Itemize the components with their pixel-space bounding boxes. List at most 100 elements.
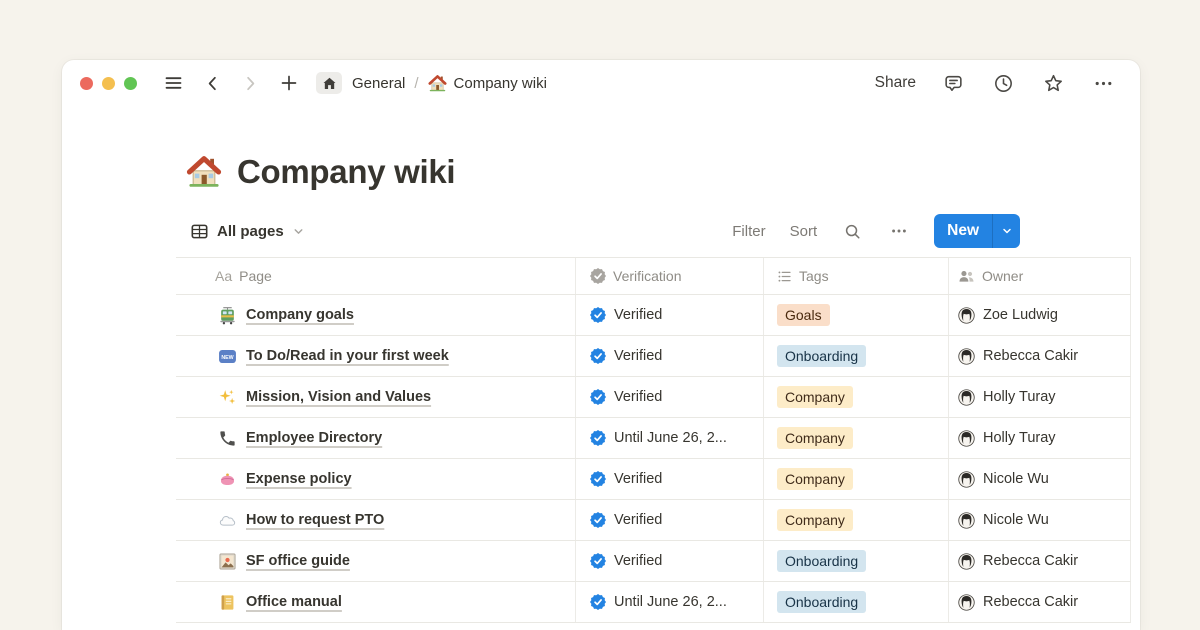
home-breadcrumb-chip[interactable] — [316, 72, 342, 94]
column-header-owner[interactable]: Owner — [949, 258, 1131, 294]
owner-avatar — [958, 307, 975, 324]
page-title-link[interactable]: Office manual — [246, 594, 342, 610]
breadcrumb-page[interactable]: Company wiki — [428, 74, 547, 93]
page-title-link[interactable]: Mission, Vision and Values — [246, 389, 431, 405]
zoom-window-button[interactable] — [124, 77, 137, 90]
home-icon — [322, 76, 337, 91]
table-row[interactable]: Employee Directory Until June 26, 2... C… — [176, 418, 1131, 459]
updates-button[interactable] — [991, 71, 1016, 96]
verification-cell[interactable]: Verified — [576, 541, 764, 581]
verification-cell[interactable]: Until June 26, 2... — [576, 582, 764, 622]
tags-cell[interactable]: Company — [764, 377, 949, 417]
forward-button[interactable] — [239, 72, 262, 95]
owner-cell[interactable]: Rebecca Cakir — [949, 541, 1131, 581]
back-button[interactable] — [201, 72, 224, 95]
owner-cell[interactable]: Holly Turay — [949, 377, 1131, 417]
table-view-icon — [190, 222, 209, 241]
column-header-verification[interactable]: Verification — [576, 258, 764, 294]
breadcrumb: General / Company wiki — [352, 74, 547, 93]
table-row[interactable]: Mission, Vision and Values Verified Comp… — [176, 377, 1131, 418]
verification-cell[interactable]: Verified — [576, 500, 764, 540]
verification-status: Until June 26, 2... — [614, 594, 727, 610]
page-title-link[interactable]: Employee Directory — [246, 430, 382, 446]
owner-cell[interactable]: Zoe Ludwig — [949, 295, 1131, 335]
tag-chip[interactable]: Onboarding — [777, 550, 866, 572]
column-label: Verification — [613, 268, 681, 284]
page-cell[interactable]: Expense policy — [176, 459, 576, 499]
breadcrumb-separator: / — [414, 75, 418, 92]
framed-picture-emoji-icon — [218, 552, 237, 571]
page-cell[interactable]: Mission, Vision and Values — [176, 377, 576, 417]
tags-cell[interactable]: Goals — [764, 295, 949, 335]
verification-cell[interactable]: Verified — [576, 377, 764, 417]
share-button[interactable]: Share — [875, 74, 916, 92]
search-button[interactable] — [841, 220, 864, 243]
owner-cell[interactable]: Holly Turay — [949, 418, 1131, 458]
sidebar-menu-button[interactable] — [161, 71, 186, 95]
page-title-link[interactable]: SF office guide — [246, 553, 350, 569]
comments-button[interactable] — [941, 71, 966, 96]
tag-chip[interactable]: Company — [777, 386, 853, 408]
more-options-button[interactable] — [1091, 71, 1116, 96]
table-row[interactable]: SF office guide Verified Onboarding Rebe… — [176, 541, 1131, 582]
new-button-caret[interactable] — [993, 214, 1020, 248]
page-title-link[interactable]: Company goals — [246, 307, 354, 323]
page-title-link[interactable]: Expense policy — [246, 471, 352, 487]
sort-button[interactable]: Sort — [790, 223, 818, 240]
column-header-tags[interactable]: Tags — [764, 258, 949, 294]
close-window-button[interactable] — [80, 77, 93, 90]
tag-chip[interactable]: Company — [777, 468, 853, 490]
owner-cell[interactable]: Rebecca Cakir — [949, 582, 1131, 622]
tag-chip[interactable]: Company — [777, 427, 853, 449]
table-row[interactable]: Company goals Verified Goals Zoe Ludwig — [176, 295, 1131, 336]
tags-cell[interactable]: Onboarding — [764, 582, 949, 622]
page-title-link[interactable]: To Do/Read in your first week — [246, 348, 449, 364]
owner-cell[interactable]: Nicole Wu — [949, 500, 1131, 540]
filter-button[interactable]: Filter — [732, 223, 765, 240]
breadcrumb-root[interactable]: General — [352, 75, 405, 92]
owner-cell[interactable]: Nicole Wu — [949, 459, 1131, 499]
page-cell[interactable]: SF office guide — [176, 541, 576, 581]
new-button-label[interactable]: New — [934, 214, 992, 248]
verified-badge-icon — [590, 389, 606, 405]
tag-chip[interactable]: Onboarding — [777, 345, 866, 367]
tags-cell[interactable]: Company — [764, 500, 949, 540]
tag-chip[interactable]: Goals — [777, 304, 830, 326]
page-cell[interactable]: Employee Directory — [176, 418, 576, 458]
house-emoji-icon[interactable] — [186, 154, 222, 190]
minimize-window-button[interactable] — [102, 77, 115, 90]
verification-status: Verified — [614, 471, 662, 487]
column-label: Tags — [799, 268, 829, 284]
owner-cell[interactable]: Rebecca Cakir — [949, 336, 1131, 376]
new-button[interactable]: New — [934, 214, 1020, 248]
verification-cell[interactable]: Until June 26, 2... — [576, 418, 764, 458]
page-cell[interactable]: NEW To Do/Read in your first week — [176, 336, 576, 376]
tags-cell[interactable]: Onboarding — [764, 541, 949, 581]
table-row[interactable]: How to request PTO Verified Company Nico… — [176, 500, 1131, 541]
tags-cell[interactable]: Company — [764, 418, 949, 458]
verification-cell[interactable]: Verified — [576, 295, 764, 335]
tags-cell[interactable]: Company — [764, 459, 949, 499]
table-row[interactable]: NEW To Do/Read in your first week Verifi… — [176, 336, 1131, 377]
verification-cell[interactable]: Verified — [576, 459, 764, 499]
page-cell[interactable]: How to request PTO — [176, 500, 576, 540]
view-toolbar: All pages Filter Sort New — [176, 214, 1020, 248]
table-row[interactable]: Expense policy Verified Company Nicole W… — [176, 459, 1131, 500]
tag-chip[interactable]: Company — [777, 509, 853, 531]
verification-status: Verified — [614, 389, 662, 405]
table-row[interactable]: Office manual Until June 26, 2... Onboar… — [176, 582, 1131, 623]
chevron-down-icon — [1001, 225, 1013, 237]
favorite-button[interactable] — [1041, 71, 1066, 96]
page-title-link[interactable]: How to request PTO — [246, 512, 384, 528]
view-options-button[interactable] — [888, 220, 910, 242]
page-cell[interactable]: Company goals — [176, 295, 576, 335]
tags-cell[interactable]: Onboarding — [764, 336, 949, 376]
owner-avatar — [958, 389, 975, 406]
tag-chip[interactable]: Onboarding — [777, 591, 866, 613]
view-switcher-all-pages[interactable]: All pages — [190, 222, 305, 241]
page-cell[interactable]: Office manual — [176, 582, 576, 622]
new-page-button[interactable] — [277, 71, 301, 95]
verification-cell[interactable]: Verified — [576, 336, 764, 376]
notion-window: General / Company wiki Share — [62, 60, 1140, 630]
column-header-page[interactable]: Aa Page — [176, 258, 576, 294]
